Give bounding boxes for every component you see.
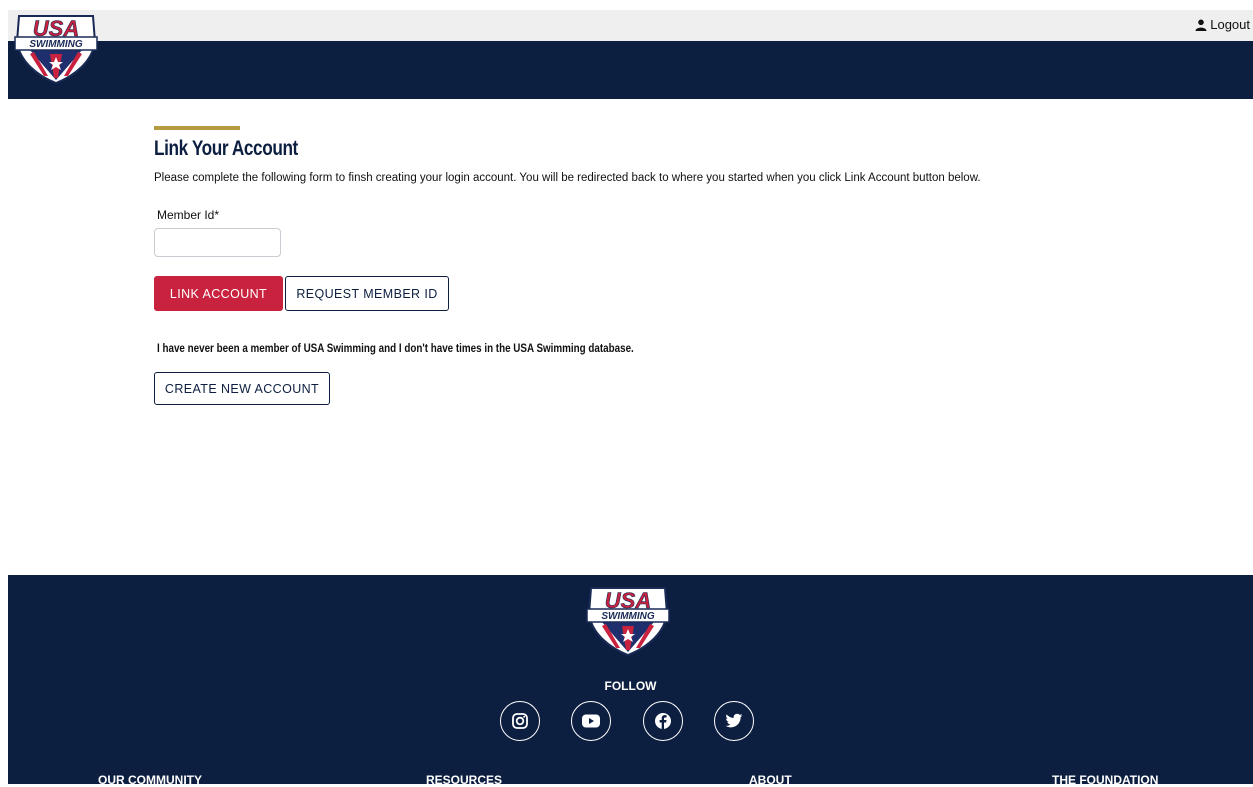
instructions-text: Please complete the following form to fi… bbox=[154, 172, 981, 184]
footer-resources[interactable]: RESOURCES bbox=[426, 773, 502, 787]
header-nav-band bbox=[8, 41, 1253, 99]
youtube-icon bbox=[582, 714, 600, 728]
page-title: Link Your Account bbox=[154, 137, 298, 160]
facebook-link[interactable] bbox=[643, 701, 683, 741]
title-accent-bar bbox=[154, 126, 240, 130]
facebook-icon bbox=[655, 713, 671, 729]
member-id-label: Member Id* bbox=[157, 208, 220, 222]
svg-text:USA: USA bbox=[605, 588, 651, 613]
footer: SWIMMING USA FOLLOW OUR COMMUNITY RESOUR… bbox=[8, 575, 1253, 787]
youtube-link[interactable] bbox=[571, 701, 611, 741]
logout-link[interactable]: Logout bbox=[1195, 17, 1250, 32]
user-icon bbox=[1195, 19, 1207, 31]
instagram-link[interactable] bbox=[500, 701, 540, 741]
request-member-id-button[interactable]: REQUEST MEMBER ID bbox=[285, 276, 449, 311]
left-gutter bbox=[0, 0, 8, 784]
instagram-icon bbox=[512, 713, 528, 729]
usa-swimming-logo[interactable]: SWIMMING USA bbox=[10, 10, 102, 84]
top-utility-bar: Logout bbox=[8, 10, 1253, 41]
never-member-text: I have never been a member of USA Swimmi… bbox=[157, 341, 634, 355]
member-id-input[interactable] bbox=[154, 228, 281, 257]
link-account-button[interactable]: LINK ACCOUNT bbox=[154, 276, 283, 311]
footer-the-foundation[interactable]: THE FOUNDATION bbox=[1052, 773, 1158, 787]
svg-text:USA: USA bbox=[33, 16, 79, 41]
create-new-account-button[interactable]: CREATE NEW ACCOUNT bbox=[154, 372, 330, 405]
twitter-link[interactable] bbox=[714, 701, 754, 741]
footer-about[interactable]: ABOUT bbox=[749, 773, 792, 787]
footer-logo[interactable]: SWIMMING USA bbox=[582, 582, 674, 656]
follow-heading: FOLLOW bbox=[604, 679, 657, 693]
footer-our-community[interactable]: OUR COMMUNITY bbox=[98, 773, 202, 787]
logout-label: Logout bbox=[1210, 17, 1250, 32]
twitter-icon bbox=[725, 713, 743, 728]
